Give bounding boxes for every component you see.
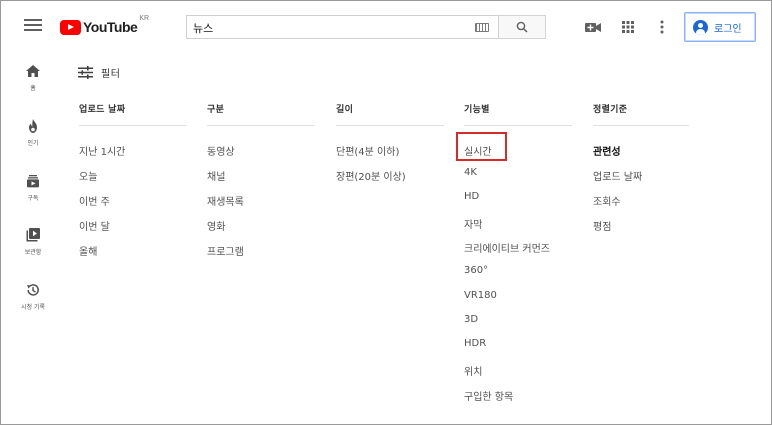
guide-item-trending[interactable]: 인기: [9, 118, 57, 147]
history-icon: [27, 284, 39, 296]
sort-option-selected[interactable]: 관련성: [593, 143, 621, 158]
search-button[interactable]: [498, 15, 546, 39]
guide-item-subscriptions[interactable]: 구독: [9, 173, 57, 202]
filter-option[interactable]: 단편(4분 이하): [336, 143, 399, 158]
filter-col-header-upload-date: 업로드 날짜: [79, 105, 126, 115]
guide-label-history: 시청 기록: [21, 304, 45, 311]
signin-label: 로그인: [714, 23, 742, 35]
filter-icon: [78, 65, 93, 79]
filter-option[interactable]: 장편(20분 이상): [336, 168, 406, 183]
search-box: [186, 15, 499, 39]
search-icon: [516, 21, 528, 33]
filter-col-header-features: 기능별: [464, 105, 490, 115]
sort-option[interactable]: 조회수: [593, 193, 621, 208]
search-input[interactable]: [193, 19, 453, 36]
sort-option[interactable]: 평점: [593, 218, 611, 233]
youtube-logo[interactable]: YouTube KR: [60, 15, 150, 37]
filter-option[interactable]: 채널: [207, 168, 225, 183]
more-vert-icon[interactable]: [653, 18, 671, 36]
create-video-icon[interactable]: [584, 18, 602, 36]
filter-col-header-duration: 길이: [336, 105, 354, 115]
filter-toggle[interactable]: 필터: [78, 63, 120, 81]
filter-option[interactable]: 프로그램: [207, 243, 244, 258]
guide-item-history[interactable]: 시청 기록: [9, 282, 57, 311]
guide-label-trending: 인기: [27, 140, 39, 147]
filter-option[interactable]: 지난 1시간: [79, 143, 125, 158]
guide-item-library[interactable]: 보관함: [9, 227, 57, 256]
guide-label-subscriptions: 구독: [27, 195, 39, 202]
filter-option[interactable]: 자막: [464, 216, 482, 231]
home-icon: [26, 65, 40, 77]
filter-option[interactable]: 이번 주: [79, 193, 110, 208]
filter-option[interactable]: 4K: [464, 167, 477, 178]
subscriptions-icon: [27, 175, 39, 188]
logo-region: KR: [139, 15, 150, 22]
filter-option[interactable]: 올해: [79, 243, 97, 258]
trending-icon: [29, 119, 37, 133]
filter-option[interactable]: VR180: [464, 290, 497, 301]
logo-text: YouTube: [83, 19, 138, 35]
guide-label-library: 보관함: [24, 249, 42, 256]
keyboard-icon[interactable]: [475, 23, 489, 32]
account-icon: [693, 19, 708, 35]
apps-grid-icon[interactable]: [619, 18, 637, 36]
filter-col-divider: [464, 125, 572, 126]
filter-option[interactable]: 이번 달: [79, 218, 110, 233]
signin-button[interactable]: 로그인: [684, 12, 756, 42]
sort-option[interactable]: 업로드 날짜: [593, 168, 642, 183]
filter-col-header-type: 구분: [207, 105, 225, 115]
browser-frame: YouTube KR 뉴스 로그인 홈 인기 구독 보관함 시청 기록 필터 업…: [0, 0, 772, 425]
library-icon: [26, 228, 40, 242]
filter-col-divider: [207, 125, 315, 126]
filter-col-header-sort: 정렬기준: [593, 105, 628, 115]
filter-option[interactable]: HDR: [464, 338, 486, 349]
filter-option[interactable]: HD: [464, 191, 479, 202]
filter-col-divider: [593, 125, 689, 126]
filter-option[interactable]: 동영상: [207, 143, 235, 158]
filter-title: 필터: [101, 68, 121, 80]
filter-option[interactable]: 크리에이티브 커먼즈: [464, 240, 550, 255]
filter-option[interactable]: 위치: [464, 363, 482, 378]
filter-option[interactable]: 영화: [207, 218, 225, 233]
filter-col-divider: [336, 125, 444, 126]
menu-icon[interactable]: [23, 16, 43, 36]
filter-option[interactable]: 3D: [464, 314, 478, 325]
filter-option[interactable]: 재생목록: [207, 193, 244, 208]
guide-item-home[interactable]: 홈: [9, 63, 57, 92]
guide-label-home: 홈: [30, 85, 36, 92]
filter-option[interactable]: 360°: [464, 265, 488, 276]
filter-col-divider: [79, 125, 187, 126]
youtube-logo-icon: [60, 19, 81, 35]
filter-option-live[interactable]: 실시간: [464, 143, 492, 158]
filter-option[interactable]: 구입한 항목: [464, 388, 513, 403]
top-bar: YouTube KR 뉴스 로그인: [1, 1, 771, 51]
filter-option[interactable]: 오늘: [79, 168, 97, 183]
